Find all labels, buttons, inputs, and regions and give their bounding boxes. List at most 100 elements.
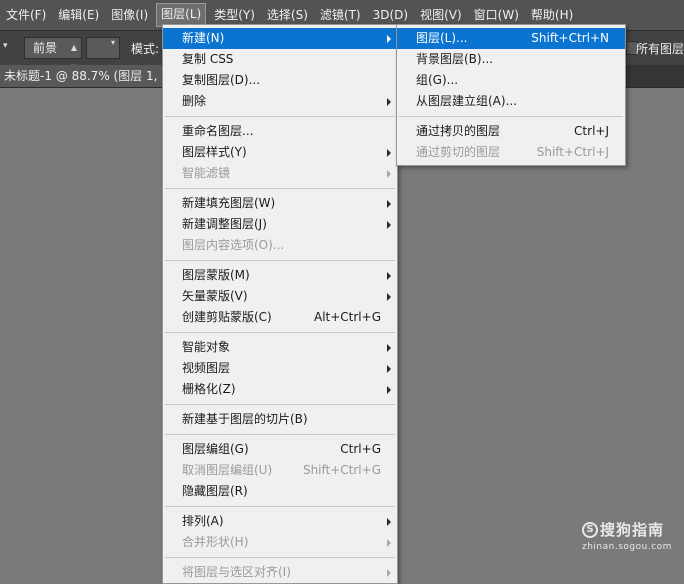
layer-menu-item[interactable]: 删除 [163,91,397,112]
layer-menu-item[interactable]: 视频图层 [163,358,397,379]
menu-separator [165,557,395,558]
layer-menu-item[interactable]: 图层样式(Y) [163,142,397,163]
menu-item-label: 从图层建立组(A)... [416,94,518,108]
pattern-select[interactable]: ▾ [86,37,120,59]
watermark-brand: 搜狗指南 [600,521,665,539]
new-submenu: 图层(L)... Shift+Ctrl+N 背景图层(B)... 组(G)... 从图层… [396,24,626,166]
layer-menu-item[interactable]: 图层编组(G) Ctrl+G [163,439,397,460]
menu-item-label: 复制 CSS [182,52,234,66]
mode-label: 模式: [131,42,160,56]
menu-separator [165,116,395,117]
submenu-arrow-icon [387,149,391,157]
menu-item-label: 组(G)... [416,73,459,87]
fill-source-value: 前景 [33,41,58,55]
menu-separator [165,404,395,405]
new-menu-item[interactable]: 图层(L)... Shift+Ctrl+N [397,28,625,49]
menubar-item[interactable]: 窗口(W) [470,4,523,26]
menu-separator [165,332,395,333]
submenu-arrow-icon [387,344,391,352]
sogou-logo-icon: S [582,521,598,538]
layer-menu-item[interactable]: 图层蒙版(M) [163,265,397,286]
submenu-arrow-icon [387,386,391,394]
menu-separator [165,506,395,507]
menu-item-label: 图层内容选项(O)... [182,238,285,252]
menu-item-label: 矢量蒙版(V) [182,289,248,303]
layer-menu-item[interactable]: 新建填充图层(W) [163,193,397,214]
submenu-arrow-icon [387,365,391,373]
menu-separator [165,260,395,261]
submenu-arrow-icon [387,98,391,106]
menubar-item[interactable]: 选择(S) [263,4,312,26]
watermark-domain: zhinan.sogou.com [582,542,672,552]
menu-item-label: 取消图层编组(U) [182,463,273,477]
menu-item-label: 将图层与选区对齐(I) [182,565,291,579]
new-menu-item[interactable]: 背景图层(B)... [397,49,625,70]
menubar-item[interactable]: 文件(F) [2,4,50,26]
menu-item-label: 新建基于图层的切片(B) [182,412,308,426]
layer-menu-item[interactable]: 新建调整图层(J) [163,214,397,235]
menu-item-label: 排列(A) [182,514,224,528]
menu-separator [165,434,395,435]
menubar-item[interactable]: 类型(Y) [210,4,259,26]
menubar-item[interactable]: 视图(V) [416,4,466,26]
menu-item-label: 创建剪贴蒙版(C) [182,310,272,324]
all-layers-label: 所有图层 [636,42,684,56]
menu-item-label: 合并形状(H) [182,535,249,549]
menu-item-label: 复制图层(D)... [182,73,261,87]
submenu-arrow-icon [387,170,391,178]
menubar-item[interactable]: 滤镜(T) [316,4,365,26]
document-tab[interactable]: 未标题-1 @ 88.7% (图层 1, R [0,65,179,87]
layer-menu-item[interactable]: 创建剪贴蒙版(C) Alt+Ctrl+G [163,307,397,328]
menu-item-shortcut: Ctrl+J [574,124,609,138]
menu-item-label: 智能滤镜 [182,166,231,180]
menu-item-label: 图层编组(G) [182,442,249,456]
submenu-arrow-icon [387,539,391,547]
layer-menu: 新建(N) 复制 CSS 复制图层(D)... 删除重命名图层... 图层样式(Y) 智能… [162,24,398,584]
menu-item-shortcut: Shift+Ctrl+J [536,145,609,159]
menu-separator [399,116,623,117]
fill-source-select[interactable]: 前景 ▲▼ [24,37,82,72]
menubar-item[interactable]: 图像(I) [107,4,152,26]
submenu-arrow-icon [387,35,391,43]
tool-preset-dropdown-icon[interactable]: ▾ [3,41,13,55]
layer-menu-item[interactable]: 新建基于图层的切片(B) [163,409,397,430]
menu-item-label: 新建调整图层(J) [182,217,267,231]
layer-menu-item[interactable]: 栅格化(Z) [163,379,397,400]
menubar-item[interactable]: 3D(D) [369,4,412,26]
menubar-item[interactable]: 编辑(E) [54,4,103,26]
menu-item-shortcut: Alt+Ctrl+G [313,310,381,324]
menu-item-label: 图层蒙版(M) [182,268,250,282]
layer-menu-item: 图层内容选项(O)... [163,235,397,256]
menu-item-label: 背景图层(B)... [416,52,494,66]
menu-item-label: 删除 [182,94,207,108]
layer-menu-item[interactable]: 新建(N) [163,28,397,49]
new-menu-item[interactable]: 通过拷贝的图层 Ctrl+J [397,121,625,142]
menu-item-label: 通过拷贝的图层 [416,124,501,138]
layer-menu-item: 取消图层编组(U) Shift+Ctrl+G [163,460,397,481]
submenu-arrow-icon [387,569,391,577]
new-menu-item: 通过剪切的图层 Shift+Ctrl+J [397,142,625,163]
layer-menu-item[interactable]: 复制图层(D)... [163,70,397,91]
new-menu-item[interactable]: 组(G)... [397,70,625,91]
layer-menu-item[interactable]: 智能对象 [163,337,397,358]
layer-menu-item[interactable]: 隐藏图层(R) [163,481,397,502]
menu-item-label: 通过剪切的图层 [416,145,501,159]
menu-item-label: 视频图层 [182,361,231,375]
menu-item-label: 隐藏图层(R) [182,484,248,498]
menu-item-label: 新建填充图层(W) [182,196,276,210]
layer-menu-item[interactable]: 复制 CSS [163,49,397,70]
layer-menu-item[interactable]: 矢量蒙版(V) [163,286,397,307]
menu-item-label: 智能对象 [182,340,231,354]
layer-menu-item: 合并形状(H) [163,532,397,553]
submenu-arrow-icon [387,293,391,301]
new-menu-item[interactable]: 从图层建立组(A)... [397,91,625,112]
menu-item-label: 新建(N) [182,31,225,45]
layer-menu-item: 智能滤镜 [163,163,397,184]
layer-menu-item[interactable]: 排列(A) [163,511,397,532]
layer-menu-item: 将图层与选区对齐(I) [163,562,397,583]
submenu-arrow-icon [387,200,391,208]
menubar-item[interactable]: 帮助(H) [527,4,577,26]
watermark: S 搜狗指南 zhinan.sogou.com [582,519,672,552]
submenu-arrow-icon [387,272,391,280]
layer-menu-item[interactable]: 重命名图层... [163,121,397,142]
